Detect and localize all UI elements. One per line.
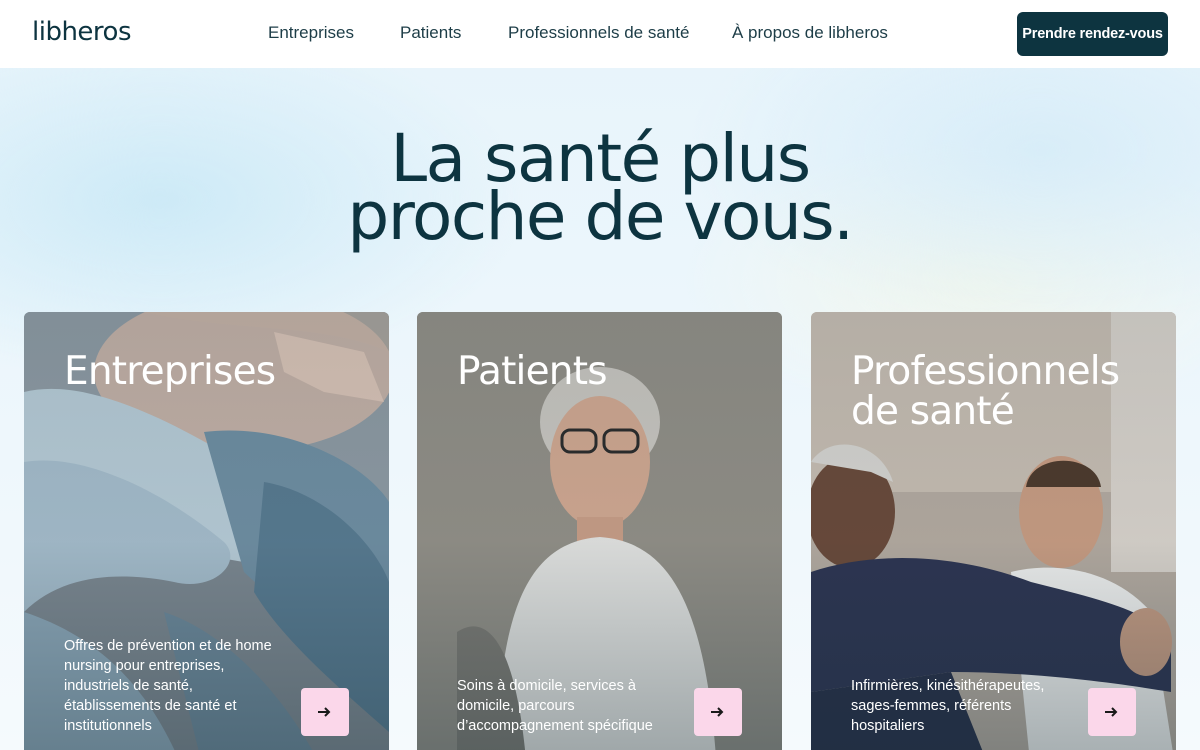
nav-link-patients[interactable]: Patients: [400, 23, 461, 43]
card-description: Infirmières, kinésithérapeutes, sages-fe…: [851, 678, 1045, 734]
card-title: Patients: [457, 349, 608, 394]
nav-link-a-propos[interactable]: À propos de libheros: [732, 23, 888, 43]
card-description: Offres de prévention et de home nursing …: [64, 638, 272, 734]
arrow-right-icon: [711, 707, 724, 717]
arrow-right-icon: [318, 707, 331, 717]
card-title: Entreprises: [64, 349, 276, 394]
card-arrow-button[interactable]: [694, 688, 742, 736]
card-arrow-button[interactable]: [1088, 688, 1136, 736]
hero-title-line-2: proche de vous.: [347, 178, 854, 255]
card-title: Professionnels de santé: [851, 349, 1120, 434]
libheros-logo[interactable]: libheros: [32, 17, 132, 47]
card-patients[interactable]: Patients Soins à domicile, services à do…: [417, 312, 782, 750]
card-professionnels[interactable]: Professionnels de santé Infirmières, kin…: [811, 312, 1176, 750]
card-arrow-button[interactable]: [301, 688, 349, 736]
card-description: Soins à domicile, services à domicile, p…: [457, 678, 653, 734]
nav-link-entreprises[interactable]: Entreprises: [268, 23, 354, 43]
book-appointment-button[interactable]: Prendre rendez-vous: [1017, 12, 1168, 56]
card-entreprises[interactable]: Entreprises Offres de prévention et de h…: [24, 312, 389, 750]
site-header: libheros Entreprises Patients Profession…: [0, 0, 1200, 68]
nav-link-professionnels[interactable]: Professionnels de santé: [508, 23, 689, 43]
hero-title: La santé plus proche de vous.: [0, 126, 1200, 255]
arrow-right-icon: [1105, 707, 1118, 717]
